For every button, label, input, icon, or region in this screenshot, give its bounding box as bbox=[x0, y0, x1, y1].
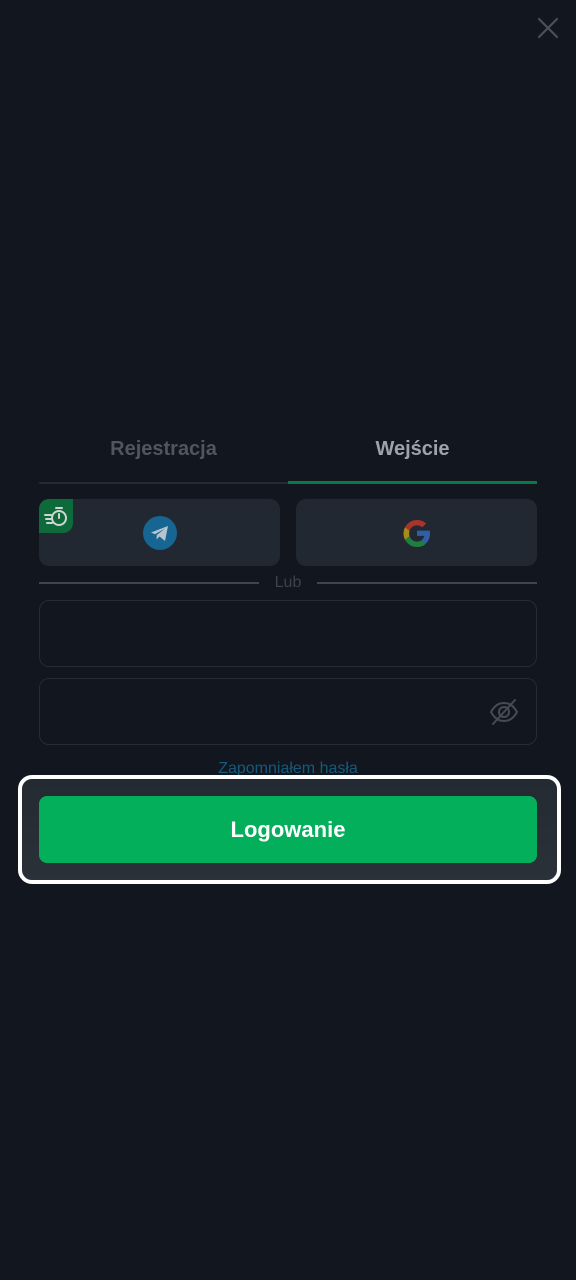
telegram-icon bbox=[142, 515, 177, 550]
login-field[interactable] bbox=[39, 600, 537, 667]
auth-tabs: Rejestracja Wejście bbox=[39, 418, 537, 484]
eye-off-icon bbox=[489, 699, 519, 725]
close-button[interactable] bbox=[534, 14, 562, 42]
password-field[interactable] bbox=[39, 678, 537, 745]
google-login-button[interactable] bbox=[296, 499, 537, 566]
tab-registration[interactable]: Rejestracja bbox=[39, 418, 288, 480]
active-tab-indicator bbox=[288, 481, 537, 484]
or-divider: Lub bbox=[39, 572, 537, 594]
google-icon bbox=[403, 519, 430, 547]
login-button[interactable]: Logowanie bbox=[39, 796, 537, 863]
toggle-password-visibility-button[interactable] bbox=[488, 696, 520, 728]
password-input[interactable] bbox=[40, 679, 536, 744]
tab-login[interactable]: Wejście bbox=[288, 418, 537, 480]
telegram-login-button[interactable] bbox=[39, 499, 280, 566]
login-input[interactable] bbox=[40, 601, 536, 666]
close-icon bbox=[537, 17, 559, 39]
divider-line-right bbox=[317, 582, 537, 584]
fast-timer-icon bbox=[44, 507, 67, 526]
fast-timer-badge bbox=[39, 499, 73, 533]
